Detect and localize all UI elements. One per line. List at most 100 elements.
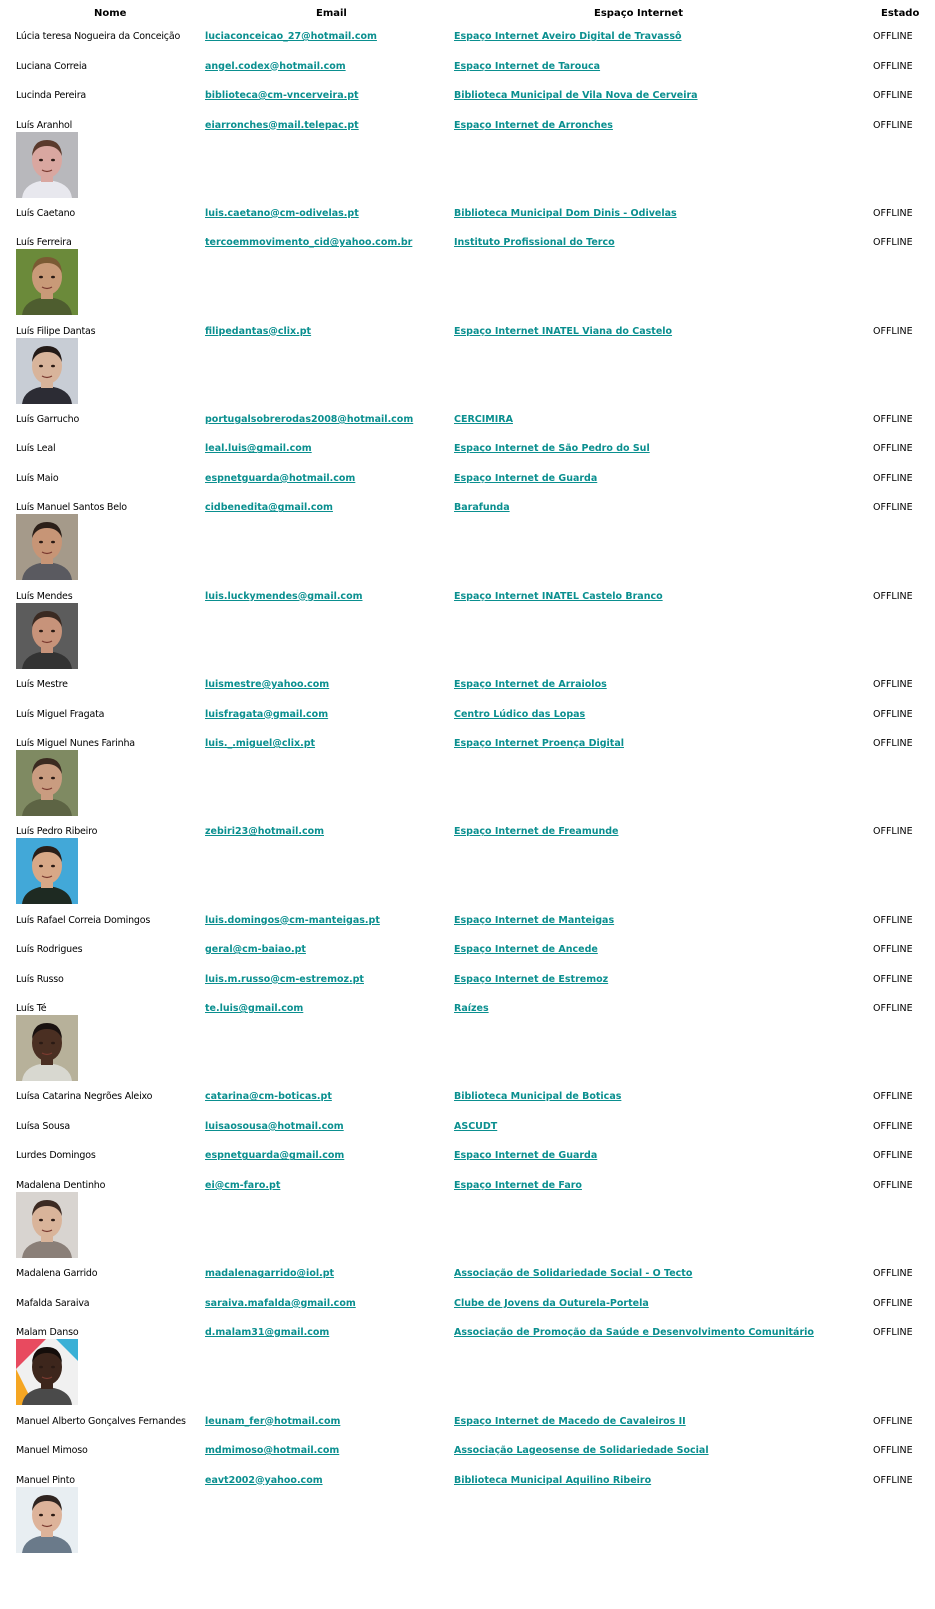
espaco-internet-link[interactable]: Biblioteca Municipal de Vila Nova de Cer… (454, 90, 698, 102)
espaco-internet-link[interactable]: Espaço Internet de Ancede (454, 944, 598, 956)
espaco-internet-link[interactable]: Espaço Internet de Arronches (454, 120, 613, 132)
status-text: OFFLINE (873, 1268, 913, 1280)
espaco-internet-link[interactable]: Biblioteca Municipal Aquilino Ribeiro (454, 1475, 651, 1487)
email-link[interactable]: saraiva.mafalda@gmail.com (205, 1298, 356, 1310)
member-name: Luís Miguel Nunes Farinha (16, 738, 135, 749)
espaco-internet-link[interactable]: Espaço Internet INATEL Castelo Branco (454, 591, 663, 603)
status-text: OFFLINE (873, 1179, 913, 1191)
email-link[interactable]: luisaosousa@hotmail.com (205, 1121, 344, 1133)
status-text: OFFLINE (873, 443, 913, 455)
espaco-internet-link[interactable]: Espaço Internet de Estremoz (454, 974, 608, 986)
espaco-internet-link[interactable]: Associação de Promoção da Saúde e Desenv… (454, 1327, 814, 1339)
member-name: Madalena Garrido (16, 1268, 98, 1280)
member-photo (16, 750, 78, 816)
email-link[interactable]: espnetguarda@hotmail.com (205, 473, 355, 485)
status-text: OFFLINE (873, 31, 913, 42)
email-link[interactable]: zebiri23@hotmail.com (205, 826, 324, 838)
espaco-internet-link[interactable]: Espaço Internet INATEL Viana do Castelo (454, 326, 672, 338)
email-link[interactable]: tercoemmovimento_cid@yahoo.com.br (205, 237, 412, 249)
member-photo (16, 602, 78, 669)
email-link[interactable]: luis.luckymendes@gmail.com (205, 591, 363, 603)
espaco-internet-link[interactable]: Espaço Internet de Tarouca (454, 61, 600, 73)
member-name: Luís Russo (16, 973, 64, 985)
member-name: Luís Miguel Fragata (16, 708, 105, 720)
espaco-internet-link[interactable]: Espaço Internet Proença Digital (454, 738, 624, 750)
email-link[interactable]: eavt2002@yahoo.com (205, 1475, 323, 1487)
email-link[interactable]: madalenagarrido@iol.pt (205, 1268, 334, 1280)
member-name: Luís Aranhol (16, 119, 73, 131)
email-link[interactable]: leal.luis@gmail.com (205, 443, 312, 455)
email-link[interactable]: te.luis@gmail.com (205, 1003, 303, 1015)
espaco-internet-link[interactable]: Espaço Internet de Guarda (454, 1150, 597, 1162)
member-photo (16, 1486, 78, 1553)
espaco-internet-link[interactable]: Barafunda (454, 502, 510, 514)
email-link[interactable]: mdmimoso@hotmail.com (205, 1445, 339, 1457)
email-link[interactable]: luciaconceicao_27@hotmail.com (205, 31, 377, 43)
email-link[interactable]: cidbenedita@gmail.com (205, 502, 333, 514)
member-photo (16, 1015, 78, 1082)
status-text: OFFLINE (873, 973, 913, 985)
email-link[interactable]: geral@cm-baiao.pt (205, 944, 306, 956)
status-text: OFFLINE (873, 590, 913, 602)
email-link[interactable]: luisfragata@gmail.com (205, 709, 328, 721)
member-name: Luís Filipe Dantas (16, 325, 96, 337)
member-name: Malam Danso (16, 1327, 79, 1339)
member-name: Luís Rafael Correia Domingos (16, 914, 151, 926)
status-text: OFFLINE (873, 914, 913, 926)
email-link[interactable]: angel.codex@hotmail.com (205, 61, 346, 73)
email-link[interactable]: filipedantas@clix.pt (205, 326, 311, 338)
espaco-internet-link[interactable]: Centro Lúdico das Lopas (454, 709, 585, 721)
espaco-internet-link[interactable]: ASCUDT (454, 1121, 497, 1133)
espaco-internet-link[interactable]: Associação Lageosense de Solidariedade S… (454, 1445, 709, 1457)
espaco-internet-link[interactable]: Biblioteca Municipal de Boticas (454, 1091, 621, 1103)
espaco-internet-link[interactable]: CERCIMIRA (454, 414, 513, 426)
member-photo (16, 337, 78, 404)
email-link[interactable]: luis._.miguel@clix.pt (205, 738, 315, 750)
status-text: OFFLINE (873, 1474, 913, 1486)
member-name: Manuel Pinto (16, 1474, 75, 1486)
espaco-internet-link[interactable]: Espaço Internet de Macedo de Cavaleiros … (454, 1416, 686, 1428)
status-text: OFFLINE (873, 1003, 913, 1015)
email-link[interactable]: espnetguarda@gmail.com (205, 1150, 344, 1162)
status-text: OFFLINE (873, 119, 913, 131)
status-text: OFFLINE (873, 1120, 913, 1132)
espaco-internet-link[interactable]: Espaço Internet de Manteigas (454, 915, 614, 927)
status-text: OFFLINE (873, 708, 913, 720)
espaco-internet-link[interactable]: Raízes (454, 1003, 489, 1015)
espaco-internet-link[interactable]: Espaço Internet de Guarda (454, 473, 597, 485)
espaco-internet-link[interactable]: Associação de Solidariedade Social - O T… (454, 1268, 692, 1280)
email-link[interactable]: d.malam31@gmail.com (205, 1327, 329, 1339)
espaco-internet-link[interactable]: Espaço Internet de Freamunde (454, 826, 618, 838)
email-link[interactable]: luis.m.russo@cm-estremoz.pt (205, 974, 364, 986)
member-name: Luís Mestre (16, 679, 68, 690)
email-link[interactable]: eiarronches@mail.telepac.pt (205, 120, 359, 132)
status-text: OFFLINE (873, 237, 913, 249)
email-link[interactable]: ei@cm-faro.pt (205, 1180, 280, 1192)
email-link[interactable]: luis.domingos@cm-manteigas.pt (205, 915, 380, 927)
header-espaco-internet: Espaço Internet (594, 8, 683, 19)
status-text: OFFLINE (873, 1445, 913, 1456)
espaco-internet-link[interactable]: Biblioteca Municipal Dom Dinis - Odivela… (454, 208, 677, 220)
status-text: OFFLINE (873, 60, 913, 72)
email-link[interactable]: biblioteca@cm-vncerveira.pt (205, 90, 359, 102)
member-name: Lurdes Domingos (16, 1150, 96, 1162)
espaco-internet-link[interactable]: Clube de Jovens da Outurela-Portela (454, 1298, 649, 1310)
member-photo (16, 131, 78, 198)
email-link[interactable]: luis.caetano@cm-odivelas.pt (205, 208, 359, 220)
member-name: Mafalda Saraiva (16, 1297, 90, 1309)
espaco-internet-link[interactable]: Espaço Internet de São Pedro do Sul (454, 443, 650, 455)
espaco-internet-link[interactable]: Espaço Internet Aveiro Digital de Travas… (454, 31, 682, 43)
email-link[interactable]: luismestre@yahoo.com (205, 679, 329, 691)
email-link[interactable]: leunam_fer@hotmail.com (205, 1416, 340, 1428)
email-link[interactable]: portugalsobrerodas2008@hotmail.com (205, 414, 413, 426)
status-text: OFFLINE (873, 325, 913, 337)
espaco-internet-link[interactable]: Instituto Profissional do Terco (454, 237, 615, 249)
status-text: OFFLINE (873, 738, 913, 749)
email-link[interactable]: catarina@cm-boticas.pt (205, 1091, 332, 1103)
espaco-internet-link[interactable]: Espaço Internet de Arraiolos (454, 679, 607, 691)
status-text: OFFLINE (873, 1150, 913, 1162)
status-text: OFFLINE (873, 944, 913, 956)
member-photo (16, 838, 78, 905)
espaco-internet-link[interactable]: Espaço Internet de Faro (454, 1180, 582, 1192)
member-name: Luís Té (16, 1003, 47, 1015)
